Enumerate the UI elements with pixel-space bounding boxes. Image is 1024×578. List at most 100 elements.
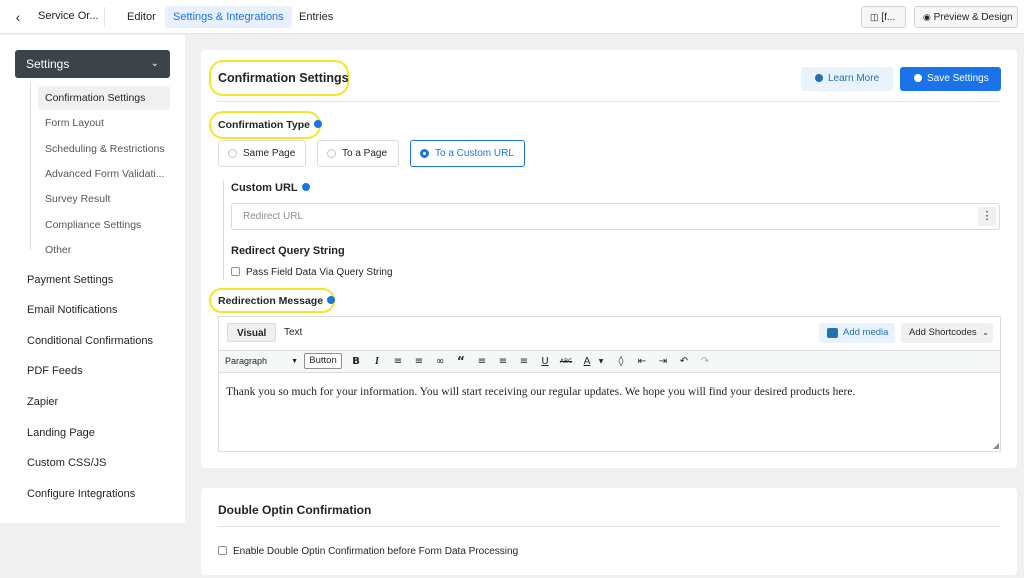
radio-to-a-page[interactable]: To a Page <box>317 140 399 167</box>
confirmation-settings-card: Confirmation Settings Learn More Save Se… <box>201 50 1017 468</box>
save-settings-label: Save Settings <box>927 73 989 84</box>
sidebar-item-compliance[interactable]: Compliance Settings <box>38 213 170 237</box>
sidebar-item-form-layout[interactable]: Form Layout <box>38 111 170 135</box>
shortcode-button[interactable]: ◫ [f... <box>861 6 906 28</box>
paragraph-format-select[interactable]: Paragraph ▼ <box>225 354 298 369</box>
save-settings-button[interactable]: Save Settings <box>900 67 1001 91</box>
resize-handle-icon[interactable]: ◢ <box>993 441 999 450</box>
sidebar-item-other[interactable]: Other <box>38 238 170 262</box>
divider <box>217 526 1001 527</box>
tree-line <box>30 82 31 250</box>
undo-icon[interactable]: ↶ <box>677 354 691 369</box>
outdent-icon[interactable]: ⇤ <box>635 354 649 369</box>
sidebar-item-conditional-confirmations[interactable]: Conditional Confirmations <box>27 335 153 347</box>
copy-icon: ◫ <box>870 12 879 22</box>
add-media-label: Add media <box>843 327 889 338</box>
query-string-label: Redirect Query String <box>231 245 345 257</box>
add-shortcodes-label: Add Shortcodes <box>909 327 977 338</box>
divider <box>104 7 105 27</box>
editor-tabs: Visual Text Add media Add Shortcodes ⌄ <box>219 317 1000 350</box>
sidebar-item-email-notifications[interactable]: Email Notifications <box>27 304 117 316</box>
redo-icon[interactable]: ↷ <box>698 354 712 369</box>
link-icon[interactable]: ∞ <box>433 354 447 369</box>
play-icon <box>815 74 823 82</box>
radio-same-page[interactable]: Same Page <box>218 140 306 167</box>
media-icon <box>827 328 838 338</box>
radio-label: To a Page <box>342 148 388 159</box>
redirect-url-placeholder: Redirect URL <box>243 211 304 222</box>
learn-more-label: Learn More <box>828 73 880 84</box>
chevron-left-icon[interactable]: ‹ <box>8 7 28 27</box>
settings-dropdown[interactable]: Settings ⌄ <box>15 50 170 78</box>
sidebar-item-zapier[interactable]: Zapier <box>27 396 58 408</box>
blockquote-icon[interactable]: “ <box>454 354 468 369</box>
preview-design-button[interactable]: ◉ Preview & Design <box>914 6 1018 28</box>
rich-text-editor: Visual Text Add media Add Shortcodes ⌄ P… <box>218 316 1001 452</box>
pass-field-checkbox[interactable]: Pass Field Data Via Query String <box>231 267 393 278</box>
add-shortcodes-dropdown[interactable]: Add Shortcodes ⌄ <box>901 323 993 343</box>
align-left-icon[interactable]: ≡ <box>475 354 489 369</box>
learn-more-button[interactable]: Learn More <box>801 67 893 91</box>
info-icon[interactable] <box>301 183 310 191</box>
caret-down-icon[interactable]: ▼ <box>594 354 608 369</box>
underline-icon[interactable]: U <box>538 354 552 369</box>
sidebar-item-confirmation-settings[interactable]: Confirmation Settings <box>38 86 170 110</box>
eraser-icon[interactable]: ◊ <box>614 354 628 369</box>
tab-editor[interactable]: Editor <box>119 6 164 28</box>
paragraph-label: Paragraph <box>225 356 268 366</box>
pass-field-label: Pass Field Data Via Query String <box>246 267 393 278</box>
sidebar-item-configure-integrations[interactable]: Configure Integrations <box>27 488 135 500</box>
caret-down-icon: ▼ <box>291 358 298 365</box>
editor-toolbar: Paragraph ▼ Button B I ≡ ≡ ∞ “ ≡ ≡ ≡ U A… <box>219 350 1000 373</box>
italic-icon[interactable]: I <box>370 354 384 369</box>
radio-custom-url[interactable]: To a Custom URL <box>410 140 525 167</box>
indent-line <box>223 180 224 280</box>
bold-icon[interactable]: B <box>349 354 363 369</box>
info-icon[interactable] <box>313 120 322 128</box>
sidebar-item-scheduling[interactable]: Scheduling & Restrictions <box>38 137 170 161</box>
sidebar-item-payment-settings[interactable]: Payment Settings <box>27 274 113 286</box>
strikethrough-icon[interactable]: ABC <box>559 354 573 369</box>
settings-label: Settings <box>26 57 70 71</box>
radio-circle <box>327 149 336 158</box>
add-media-button[interactable]: Add media <box>819 323 895 343</box>
chevron-down-icon: ⌄ <box>150 58 159 69</box>
info-icon[interactable] <box>327 296 336 304</box>
radio-label: Same Page <box>243 148 296 159</box>
page-title: Confirmation Settings <box>218 71 349 85</box>
align-right-icon[interactable]: ≡ <box>517 354 531 369</box>
checkbox-box[interactable] <box>218 546 227 555</box>
eye-icon: ◉ <box>923 12 931 22</box>
top-bar: ‹ Service Or... Editor Settings & Integr… <box>0 0 1024 34</box>
preview-label: Preview & Design <box>933 12 1013 23</box>
double-optin-card: Double Optin Confirmation Enable Double … <box>201 488 1017 575</box>
sidebar-item-pdf-feeds[interactable]: PDF Feeds <box>27 365 83 377</box>
sidebar-item-custom-css-js[interactable]: Custom CSS/JS <box>27 457 106 469</box>
tab-text[interactable]: Text <box>275 323 311 342</box>
radio-label: To a Custom URL <box>435 148 514 159</box>
tab-visual[interactable]: Visual <box>227 323 277 342</box>
sidebar-item-landing-page[interactable]: Landing Page <box>27 427 95 439</box>
sidebar-item-advanced-validation[interactable]: Advanced Form Validati... <box>38 162 170 186</box>
checkbox-box[interactable] <box>231 267 240 276</box>
double-optin-label: Enable Double Optin Confirmation before … <box>233 546 519 557</box>
confirmation-type-label: Confirmation Type <box>218 119 322 131</box>
more-vertical-icon[interactable]: ⋮ <box>978 207 996 226</box>
chevron-down-icon: ⌄ <box>982 328 989 337</box>
editor-content[interactable]: Thank you so much for your information. … <box>219 374 1000 451</box>
bullet-list-icon[interactable]: ≡ <box>391 354 405 369</box>
sidebar-item-survey-result[interactable]: Survey Result <box>38 187 170 211</box>
shortcode-label: [f... <box>881 12 896 23</box>
redirect-url-input[interactable]: Redirect URL ⋮ <box>231 203 1000 230</box>
indent-icon[interactable]: ⇥ <box>656 354 670 369</box>
tab-entries[interactable]: Entries <box>291 6 341 28</box>
radio-circle <box>228 149 237 158</box>
redirection-message-text: Redirection Message <box>218 295 324 307</box>
text-color-icon[interactable]: A <box>580 354 594 369</box>
align-center-icon[interactable]: ≡ <box>496 354 510 369</box>
tab-settings-integrations[interactable]: Settings & Integrations <box>165 6 292 28</box>
custom-url-text: Custom URL <box>231 182 298 194</box>
numbered-list-icon[interactable]: ≡ <box>412 354 426 369</box>
insert-button-button[interactable]: Button <box>304 353 342 369</box>
double-optin-checkbox[interactable]: Enable Double Optin Confirmation before … <box>218 546 518 557</box>
